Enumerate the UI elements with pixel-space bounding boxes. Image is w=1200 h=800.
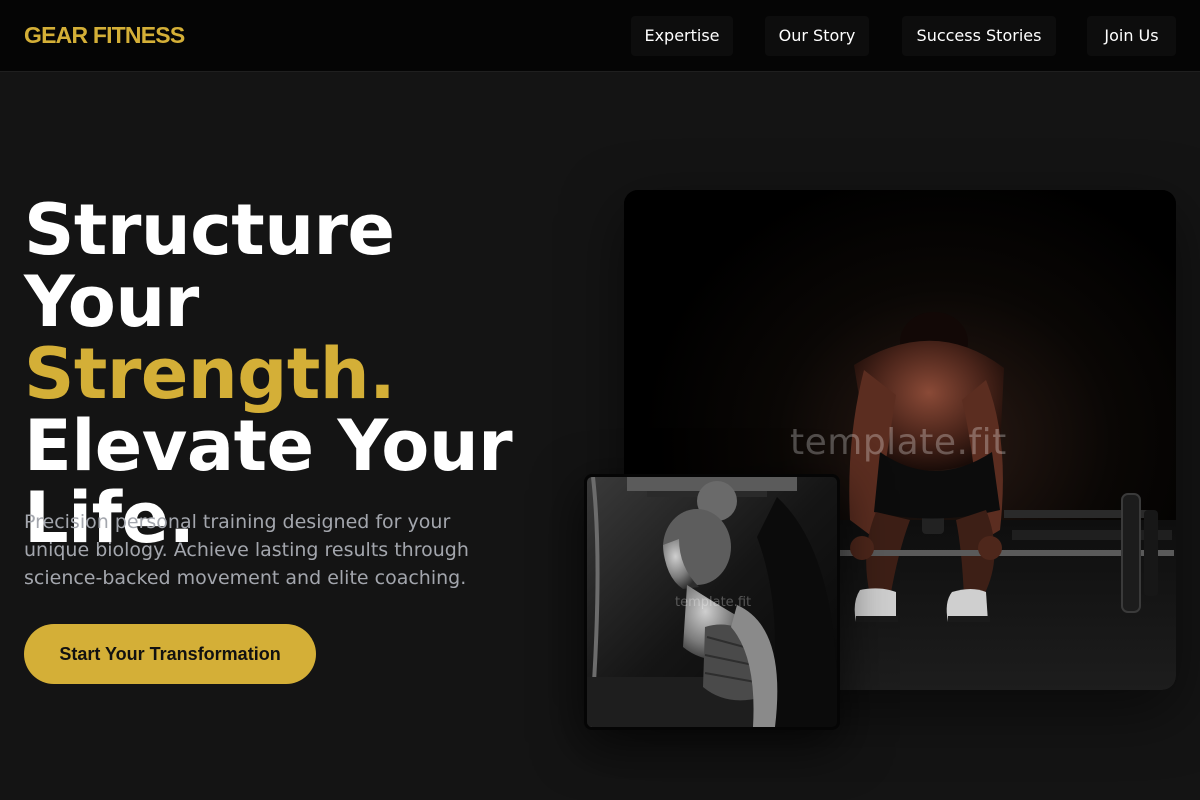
nav-link-success-stories[interactable]: Success Stories [902, 16, 1056, 56]
brand-logo[interactable]: GEAR FITNESS [24, 22, 185, 49]
navbar: GEAR FITNESS Expertise Our Story Success… [0, 0, 1200, 72]
nav-link-our-story[interactable]: Our Story [765, 16, 869, 56]
hero-title-line-1: Structure Your [24, 189, 395, 343]
hero-subtitle: Precision personal training designed for… [24, 511, 469, 589]
nav-link-join-us[interactable]: Join Us [1087, 16, 1176, 56]
hero-image-woman: template.fit [584, 474, 840, 730]
image-watermark-small: template.fit [675, 595, 752, 610]
hero-title-line-3: Elevate Your [24, 405, 513, 487]
hero-title: Structure Your Strength. Elevate Your Li… [24, 194, 584, 554]
nav-link-expertise[interactable]: Expertise [631, 16, 733, 56]
hero-title-accent: Strength. [24, 333, 396, 415]
start-transformation-button[interactable]: Start Your Transformation [24, 624, 316, 684]
image-watermark: template.fit [790, 422, 1007, 463]
